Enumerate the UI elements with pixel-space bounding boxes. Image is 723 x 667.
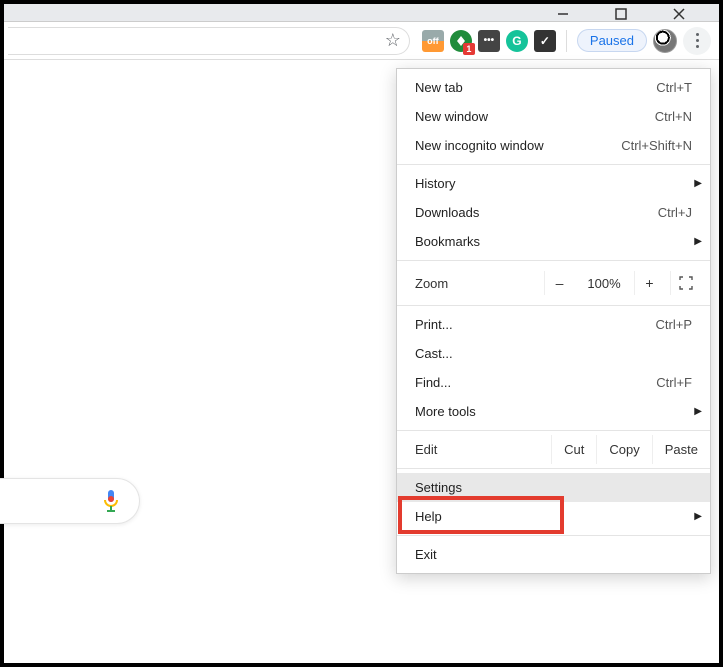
edit-copy-button[interactable]: Copy — [596, 435, 651, 464]
menu-separator — [397, 430, 710, 431]
menu-settings[interactable]: Settings — [397, 473, 710, 502]
menu-new-window[interactable]: New window Ctrl+N — [397, 102, 710, 131]
menu-shortcut: Ctrl+T — [656, 80, 692, 95]
menu-label: More tools — [415, 404, 476, 419]
maximize-button[interactable] — [601, 4, 641, 20]
menu-new-tab[interactable]: New tab Ctrl+T — [397, 73, 710, 102]
menu-shortcut: Ctrl+P — [656, 317, 692, 332]
menu-label: Print... — [415, 317, 453, 332]
menu-separator — [397, 468, 710, 469]
browser-toolbar: ☆ off 1 ••• G ✓ Paused — [4, 22, 719, 60]
microphone-icon — [101, 488, 121, 514]
menu-label: Find... — [415, 375, 451, 390]
fullscreen-button[interactable] — [670, 271, 700, 295]
submenu-arrow-icon: ▶ — [694, 511, 702, 522]
edit-label: Edit — [397, 435, 551, 464]
menu-separator — [397, 260, 710, 261]
extension-badge: 1 — [463, 43, 475, 55]
menu-label: New incognito window — [415, 138, 544, 153]
menu-shortcut: Ctrl+F — [656, 375, 692, 390]
menu-help[interactable]: Help ▶ — [397, 502, 710, 531]
submenu-arrow-icon: ▶ — [694, 236, 702, 247]
menu-label: Cast... — [415, 346, 453, 361]
main-menu-button[interactable] — [683, 27, 711, 55]
menu-shortcut: Ctrl+N — [655, 109, 692, 124]
submenu-arrow-icon: ▶ — [694, 178, 702, 189]
menu-edit-row: Edit Cut Copy Paste — [397, 435, 710, 464]
voice-search-pill[interactable] — [0, 478, 140, 524]
menu-bookmarks[interactable]: Bookmarks ▶ — [397, 227, 710, 256]
menu-downloads[interactable]: Downloads Ctrl+J — [397, 198, 710, 227]
extension-password-icon[interactable]: ••• — [478, 30, 500, 52]
menu-label: New tab — [415, 80, 463, 95]
submenu-arrow-icon: ▶ — [694, 406, 702, 417]
zoom-in-button[interactable]: + — [634, 271, 664, 295]
menu-find[interactable]: Find... Ctrl+F — [397, 368, 710, 397]
menu-shortcut: Ctrl+Shift+N — [621, 138, 692, 153]
menu-separator — [397, 535, 710, 536]
main-menu-dropdown: New tab Ctrl+T New window Ctrl+N New inc… — [396, 68, 711, 574]
edit-cut-button[interactable]: Cut — [551, 435, 596, 464]
menu-history[interactable]: History ▶ — [397, 169, 710, 198]
profile-paused-pill[interactable]: Paused — [577, 29, 647, 52]
menu-zoom-row: Zoom – 100% + — [397, 265, 710, 301]
menu-label: Bookmarks — [415, 234, 480, 249]
zoom-value: 100% — [580, 276, 628, 291]
menu-label: Exit — [415, 547, 437, 562]
extension-task-icon[interactable]: ✓ — [534, 30, 556, 52]
menu-shortcut: Ctrl+J — [658, 205, 692, 220]
edit-paste-button[interactable]: Paste — [652, 435, 710, 464]
menu-cast[interactable]: Cast... — [397, 339, 710, 368]
menu-print[interactable]: Print... Ctrl+P — [397, 310, 710, 339]
minimize-button[interactable] — [543, 4, 583, 20]
toolbar-divider — [566, 30, 567, 52]
menu-label: Help — [415, 509, 442, 524]
menu-separator — [397, 164, 710, 165]
zoom-label: Zoom — [415, 276, 538, 291]
address-bar[interactable]: ☆ — [8, 27, 410, 55]
menu-label: Downloads — [415, 205, 479, 220]
profile-avatar[interactable] — [653, 29, 677, 53]
extension-grammarly-icon[interactable]: G — [506, 30, 528, 52]
menu-label: Settings — [415, 480, 462, 495]
bookmark-star-icon[interactable]: ☆ — [385, 30, 401, 51]
menu-more-tools[interactable]: More tools ▶ — [397, 397, 710, 426]
menu-separator — [397, 305, 710, 306]
menu-exit[interactable]: Exit — [397, 540, 710, 569]
menu-label: History — [415, 176, 455, 191]
menu-label: New window — [415, 109, 488, 124]
menu-new-incognito[interactable]: New incognito window Ctrl+Shift+N — [397, 131, 710, 160]
zoom-out-button[interactable]: – — [544, 271, 574, 295]
close-button[interactable] — [659, 4, 699, 20]
window-title-bar — [4, 4, 719, 22]
extension-off-icon[interactable]: off — [422, 30, 444, 52]
extension-avast-icon[interactable]: 1 — [450, 30, 472, 52]
